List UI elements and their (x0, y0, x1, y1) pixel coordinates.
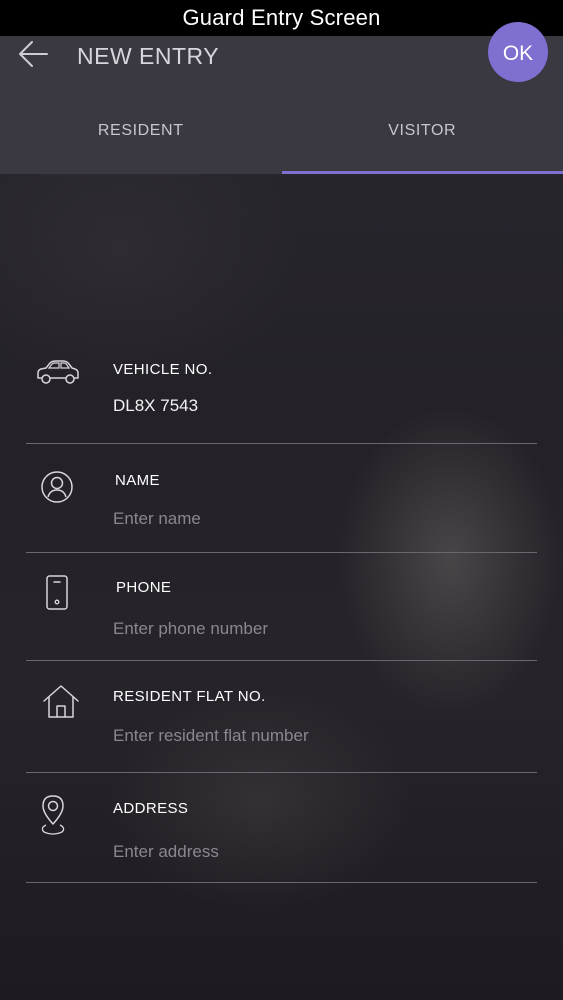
tab-resident-label: RESIDENT (97, 122, 184, 139)
back-button[interactable] (14, 38, 52, 70)
name-label: NAME (115, 472, 160, 489)
phone-icon (30, 570, 84, 616)
divider (26, 443, 537, 444)
vehicle-input[interactable] (113, 396, 513, 416)
entry-screen: NEW ENTRY OK Guard Entry Screen RESIDENT… (0, 0, 563, 1000)
page-title: NEW ENTRY (77, 43, 220, 69)
address-label: ADDRESS (113, 800, 189, 817)
flat-input[interactable] (113, 726, 513, 746)
ok-button[interactable]: OK (488, 22, 548, 82)
name-input[interactable] (113, 509, 513, 529)
car-icon (30, 350, 84, 396)
divider (26, 552, 537, 553)
home-icon (34, 678, 88, 724)
tab-resident[interactable]: RESIDENT (0, 100, 282, 174)
divider (26, 660, 537, 661)
entry-type-tabs: RESIDENT VISITOR (0, 100, 563, 174)
vehicle-label: VEHICLE NO. (113, 361, 213, 378)
flat-label: RESIDENT FLAT NO. (113, 688, 266, 705)
address-input[interactable] (113, 842, 513, 862)
phone-input[interactable] (113, 619, 513, 639)
location-pin-icon (26, 792, 80, 838)
tab-visitor-label: VISITOR (388, 122, 457, 139)
window-title-bar: Guard Entry Screen (0, 0, 563, 36)
divider (26, 772, 537, 773)
divider (26, 882, 537, 883)
tab-visitor[interactable]: VISITOR (281, 100, 563, 174)
phone-label: PHONE (116, 579, 172, 596)
window-title: Guard Entry Screen (182, 5, 381, 30)
ok-button-label: OK (502, 42, 534, 65)
arrow-left-icon (19, 41, 48, 67)
user-circle-icon (30, 464, 84, 510)
